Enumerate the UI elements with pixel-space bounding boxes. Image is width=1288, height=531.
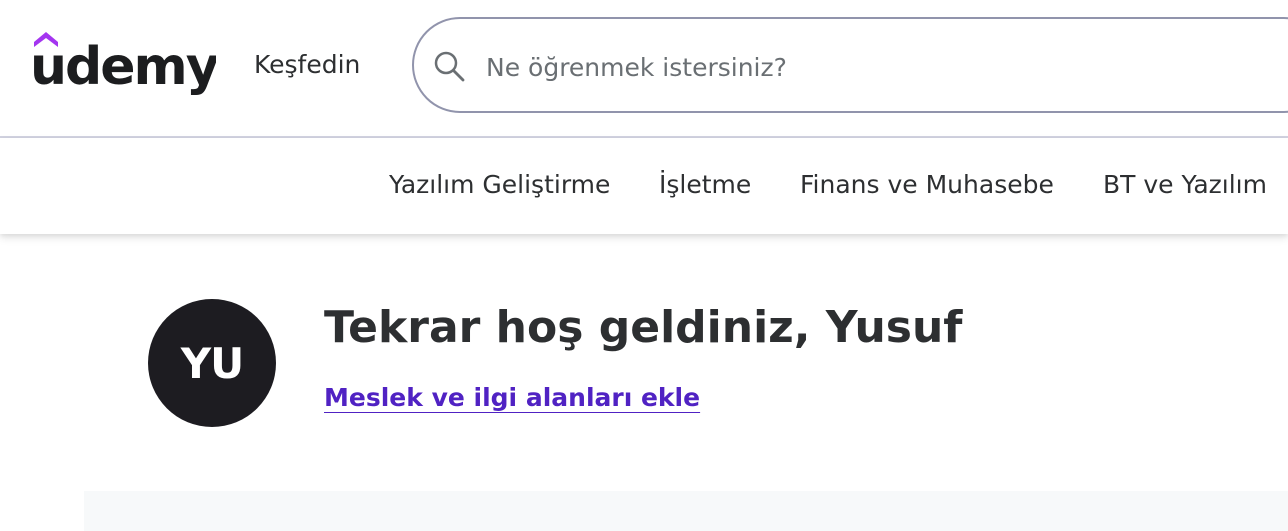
- page-title: Tekrar hoş geldiniz, Yusuf: [324, 302, 963, 353]
- udemy-logo[interactable]: udemy: [30, 28, 216, 104]
- category-nav: Yazılım Geliştirme İşletme Finans ve Muh…: [0, 138, 1288, 234]
- avatar[interactable]: YU: [148, 299, 276, 427]
- top-header: udemy Keşfedin: [0, 0, 1288, 138]
- search-input[interactable]: [486, 47, 1186, 87]
- search-bar[interactable]: [412, 17, 1288, 113]
- content-panel: [84, 491, 1288, 531]
- explore-menu-link[interactable]: Keşfedin: [254, 49, 360, 81]
- search-icon[interactable]: [432, 49, 466, 83]
- add-interests-link[interactable]: Meslek ve ilgi alanları ekle: [324, 382, 700, 414]
- category-business[interactable]: İşletme: [659, 169, 751, 201]
- category-it-software[interactable]: BT ve Yazılım: [1103, 169, 1267, 201]
- category-software-development[interactable]: Yazılım Geliştirme: [389, 169, 610, 201]
- category-finance-accounting[interactable]: Finans ve Muhasebe: [800, 169, 1054, 201]
- welcome-section: YU Tekrar hoş geldiniz, Yusuf Meslek ve …: [0, 234, 1288, 531]
- logo-text: udemy: [30, 37, 216, 97]
